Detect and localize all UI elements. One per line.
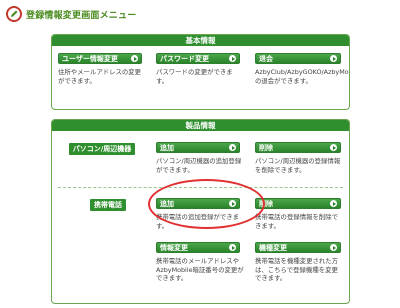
basic-info-title: 基本情報 — [52, 35, 349, 46]
mobile-info-change-label: 情報変更 — [160, 243, 188, 252]
pc-delete-desc: パソコン/周辺機器の登録情報を削除できます。 — [255, 157, 341, 174]
mobile-info-change-button[interactable]: 情報変更 — [156, 242, 240, 253]
password-change-button[interactable]: パスワード変更 — [156, 53, 240, 64]
mobile-delete-button[interactable]: 削除 — [255, 198, 341, 209]
basic-info-section: 基本情報 ユーザー情報変更 住所やメールアドレスの変更ができます。 パスワード変… — [51, 34, 350, 110]
page-header: 登録情報変更画面メニュー — [6, 4, 136, 24]
password-change-label: パスワード変更 — [160, 54, 209, 63]
pc-add-button[interactable]: 追加 — [156, 142, 240, 153]
user-info-change-label: ユーザー情報変更 — [62, 54, 118, 63]
mobile-model-change-desc: 携帯電話を機種変更された方は、こちらで登録機種を変更できます。 — [255, 257, 339, 282]
pc-delete-button[interactable]: 削除 — [255, 142, 341, 153]
user-info-change-desc: 住所やメールアドレスの変更ができます。 — [58, 68, 142, 85]
arrow-right-icon — [330, 244, 337, 251]
arrow-right-icon — [229, 244, 236, 251]
arrow-right-icon — [229, 55, 236, 62]
pc-category-text: パソコン/周辺機器 — [68, 143, 136, 155]
pencil-icon — [6, 6, 22, 22]
mobile-info-change-desc: 携帯電話のメールアドレスやAzbyMobile暗証番号の変更ができます。 — [156, 257, 244, 282]
withdraw-label: 退会 — [259, 54, 273, 63]
password-change-desc: パスワードの変更ができます。 — [156, 68, 233, 85]
withdraw-desc: AzbyClub/AzbyGOKO/AzbyMobileの退会ができます。 — [255, 68, 350, 85]
pc-add-label: 追加 — [160, 143, 174, 152]
mobile-model-change-label: 機種変更 — [259, 243, 287, 252]
arrow-right-icon — [229, 144, 236, 151]
mobile-delete-desc: 携帯電話の登録情報を削除できます。 — [255, 213, 339, 230]
page-title: 登録情報変更画面メニュー — [26, 10, 137, 21]
arrow-right-icon — [131, 55, 138, 62]
withdraw-button[interactable]: 退会 — [255, 53, 341, 64]
user-info-change-button[interactable]: ユーザー情報変更 — [58, 53, 142, 64]
product-info-title: 製品情報 — [52, 120, 349, 131]
arrow-right-icon — [330, 144, 337, 151]
mobile-model-change-button[interactable]: 機種変更 — [255, 242, 341, 253]
arrow-right-icon — [330, 200, 337, 207]
pc-add-desc: パソコン/周辺機器の追加登録ができます。 — [156, 157, 242, 174]
mobile-category-text: 携帯電話 — [90, 199, 126, 211]
highlight-circle — [148, 179, 265, 229]
arrow-right-icon — [330, 55, 337, 62]
pc-category-label: パソコン/周辺機器 — [56, 142, 148, 156]
pc-delete-label: 削除 — [259, 143, 273, 152]
mobile-category-label: 携帯電話 — [82, 198, 134, 212]
